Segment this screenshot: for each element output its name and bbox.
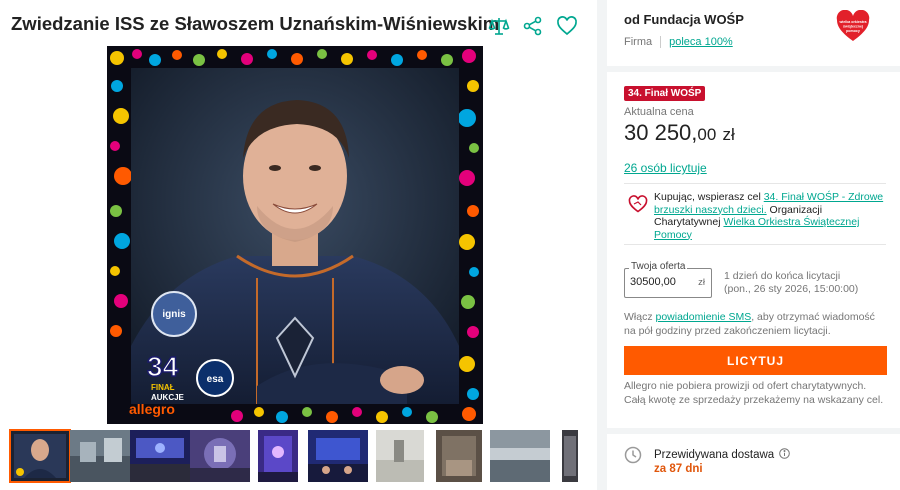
- clock-icon: [624, 446, 642, 469]
- auction-end-date: (pon., 26 sty 2026, 15:00:00): [724, 283, 859, 295]
- thumbnail-1[interactable]: [9, 429, 71, 483]
- svg-text:wielka orkiestra: wielka orkiestra: [839, 20, 868, 24]
- info-icon[interactable]: [779, 448, 790, 462]
- bidders-link[interactable]: 26 osób licytuje: [624, 161, 707, 175]
- badge-number: 34: [147, 351, 179, 382]
- badge-brand: allegro: [129, 401, 175, 417]
- delivery-label-row: Przewidywana dostawa: [654, 448, 790, 462]
- offer-sidebar: od Fundacja WOŚP Firma poleca 100% wielk…: [607, 0, 900, 490]
- main-product-image[interactable]: ignis esa 34 FINAŁ AUKCJE allegro: [107, 46, 483, 424]
- bid-currency: zł: [698, 277, 705, 288]
- seller-type: Firma: [624, 36, 653, 48]
- heart-outline-icon: [628, 195, 648, 218]
- no-fee-note: Allegro nie pobiera prowizji od ofert ch…: [624, 380, 884, 406]
- auction-time-info: 1 dzień do końca licytacji (pon., 26 sty…: [724, 270, 894, 296]
- delivery-estimate: za 87 dni: [654, 463, 703, 475]
- seller-recommend-link[interactable]: poleca 100%: [669, 36, 733, 48]
- price-label: Aktualna cena: [624, 106, 694, 118]
- campaign-badge: 34. Finał WOŚP: [624, 86, 706, 101]
- seller-card: od Fundacja WOŚP Firma poleca 100% wielk…: [607, 0, 900, 66]
- thumbnail-6[interactable]: [308, 430, 368, 482]
- separator: [660, 36, 662, 48]
- thumbnail-5[interactable]: [258, 430, 298, 482]
- price-cents: 00: [697, 125, 717, 144]
- buy-box: 34. Finał WOŚP Aktualna cena 30 250,00 z…: [607, 72, 900, 428]
- wosp-heart-logo: wielka orkiestra świątecznej pomocy: [836, 9, 870, 47]
- thumbnail-3[interactable]: [130, 430, 190, 482]
- svg-text:świątecznej: świątecznej: [843, 25, 863, 29]
- badge-line1: FINAŁ: [151, 383, 175, 392]
- divider: [624, 183, 886, 184]
- delivery-card: Przewidywana dostawa za 87 dni: [607, 434, 900, 490]
- listing-panel: Zwiedzanie ISS ze Sławoszem Uznańskim-Wi…: [0, 0, 597, 490]
- current-price: 30 250,00 zł: [624, 120, 735, 146]
- patch-right-label: esa: [207, 374, 224, 385]
- thumbnail-2[interactable]: [70, 430, 130, 482]
- sms-text-1: Włącz: [624, 311, 656, 323]
- price-main: 30 250,: [624, 120, 698, 145]
- bid-input[interactable]: [630, 276, 688, 288]
- title-actions: [488, 15, 578, 37]
- sms-notification-link[interactable]: powiadomienie SMS: [656, 311, 752, 323]
- share-icon[interactable]: [522, 15, 544, 37]
- time-left: 1 dzień do końca licytacji: [724, 270, 841, 282]
- delivery-label: Przewidywana dostawa: [654, 449, 775, 461]
- charity-text-1: Kupując, wspierasz cel: [654, 191, 764, 203]
- thumbnail-4[interactable]: [190, 430, 250, 482]
- heart-outline-icon[interactable]: [556, 15, 578, 37]
- sms-notice: Włącz powiadomienie SMS, aby otrzymać wi…: [624, 310, 888, 338]
- seller-name[interactable]: od Fundacja WOŚP: [624, 12, 744, 27]
- patch-left-label: ignis: [162, 309, 186, 320]
- scales-icon[interactable]: [488, 15, 510, 37]
- price-currency: zł: [722, 125, 735, 144]
- thumbnail-strip: [9, 429, 590, 484]
- thumbnail-9[interactable]: [490, 430, 550, 482]
- bid-field: Twoja oferta zł: [624, 261, 712, 298]
- svg-text:pomocy: pomocy: [846, 29, 860, 33]
- thumbnail-8[interactable]: [436, 430, 482, 482]
- listing-title: Zwiedzanie ISS ze Sławoszem Uznańskim-Wi…: [11, 13, 500, 34]
- bid-field-label: Twoja oferta: [629, 261, 688, 272]
- seller-meta: Firma poleca 100%: [624, 36, 733, 48]
- divider: [624, 244, 886, 245]
- thumbnail-7[interactable]: [376, 430, 424, 482]
- charity-text: Kupując, wspierasz cel 34. Finał WOŚP - …: [654, 191, 884, 241]
- thumbnail-10[interactable]: [562, 430, 578, 482]
- bid-button[interactable]: LICYTUJ: [624, 346, 887, 375]
